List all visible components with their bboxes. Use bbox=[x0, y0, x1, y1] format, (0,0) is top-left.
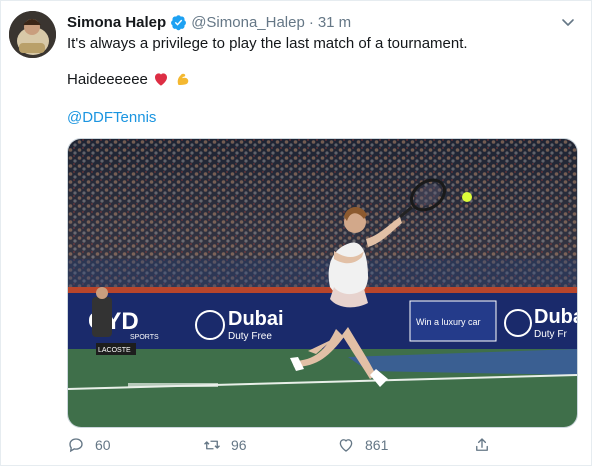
author-name[interactable]: Simona Halep bbox=[67, 14, 166, 31]
tweet-actions: 60 96 861 bbox=[67, 432, 507, 458]
banner-dubai-text: Dubai bbox=[228, 308, 284, 330]
chevron-down-icon[interactable] bbox=[559, 13, 577, 31]
tweet-text-line-2: Haideeeeee bbox=[67, 70, 192, 88]
author-handle[interactable]: @Simona_Halep bbox=[191, 14, 305, 31]
avatar[interactable] bbox=[9, 11, 56, 58]
heart-icon bbox=[339, 439, 353, 452]
share-icon bbox=[476, 438, 488, 451]
avatar-image bbox=[9, 11, 56, 58]
tweet-header: Simona Halep @Simona_Halep · 31 m bbox=[67, 11, 351, 33]
like-button[interactable]: 861 bbox=[337, 432, 388, 458]
red-heart-icon bbox=[152, 70, 170, 88]
tweet-text-line: It's always a privilege to play the last… bbox=[67, 35, 468, 52]
mention-link[interactable]: @DDFTennis bbox=[67, 109, 156, 126]
reply-count: 60 bbox=[95, 437, 111, 453]
retweet-icon bbox=[204, 440, 220, 450]
flexed-biceps-icon bbox=[174, 70, 192, 88]
tennis-photo: CYD SPORTS Dubai Duty Free Win a luxury … bbox=[68, 139, 577, 427]
tweet-text-haide: Haideeeeee bbox=[67, 70, 148, 88]
tennis-ball bbox=[462, 192, 472, 202]
share-button[interactable] bbox=[473, 432, 501, 458]
tweet-media-photo[interactable]: CYD SPORTS Dubai Duty Free Win a luxury … bbox=[67, 138, 578, 428]
like-count: 861 bbox=[365, 437, 389, 453]
banner-dutyfr-text: Duty Fr bbox=[534, 329, 567, 340]
banner-duba-text: Duba bbox=[534, 306, 577, 328]
separator-dot: · bbox=[308, 13, 314, 31]
tweet-card[interactable]: Simona Halep @Simona_Halep · 31 m It's a… bbox=[0, 0, 592, 466]
banner-dutyfree-text: Duty Free bbox=[228, 331, 272, 342]
reply-icon bbox=[69, 438, 83, 453]
timestamp[interactable]: 31 m bbox=[318, 14, 351, 31]
banner-sponsor-text: SPORTS bbox=[130, 334, 159, 341]
retweet-button[interactable]: 96 bbox=[203, 432, 247, 458]
verified-badge-icon bbox=[170, 14, 187, 31]
reply-button[interactable]: 60 bbox=[67, 432, 111, 458]
lacoste-sign-text: LACOSTE bbox=[98, 347, 131, 354]
banner-win-car-text: Win a luxury car bbox=[416, 317, 481, 327]
retweet-count: 96 bbox=[231, 437, 247, 453]
